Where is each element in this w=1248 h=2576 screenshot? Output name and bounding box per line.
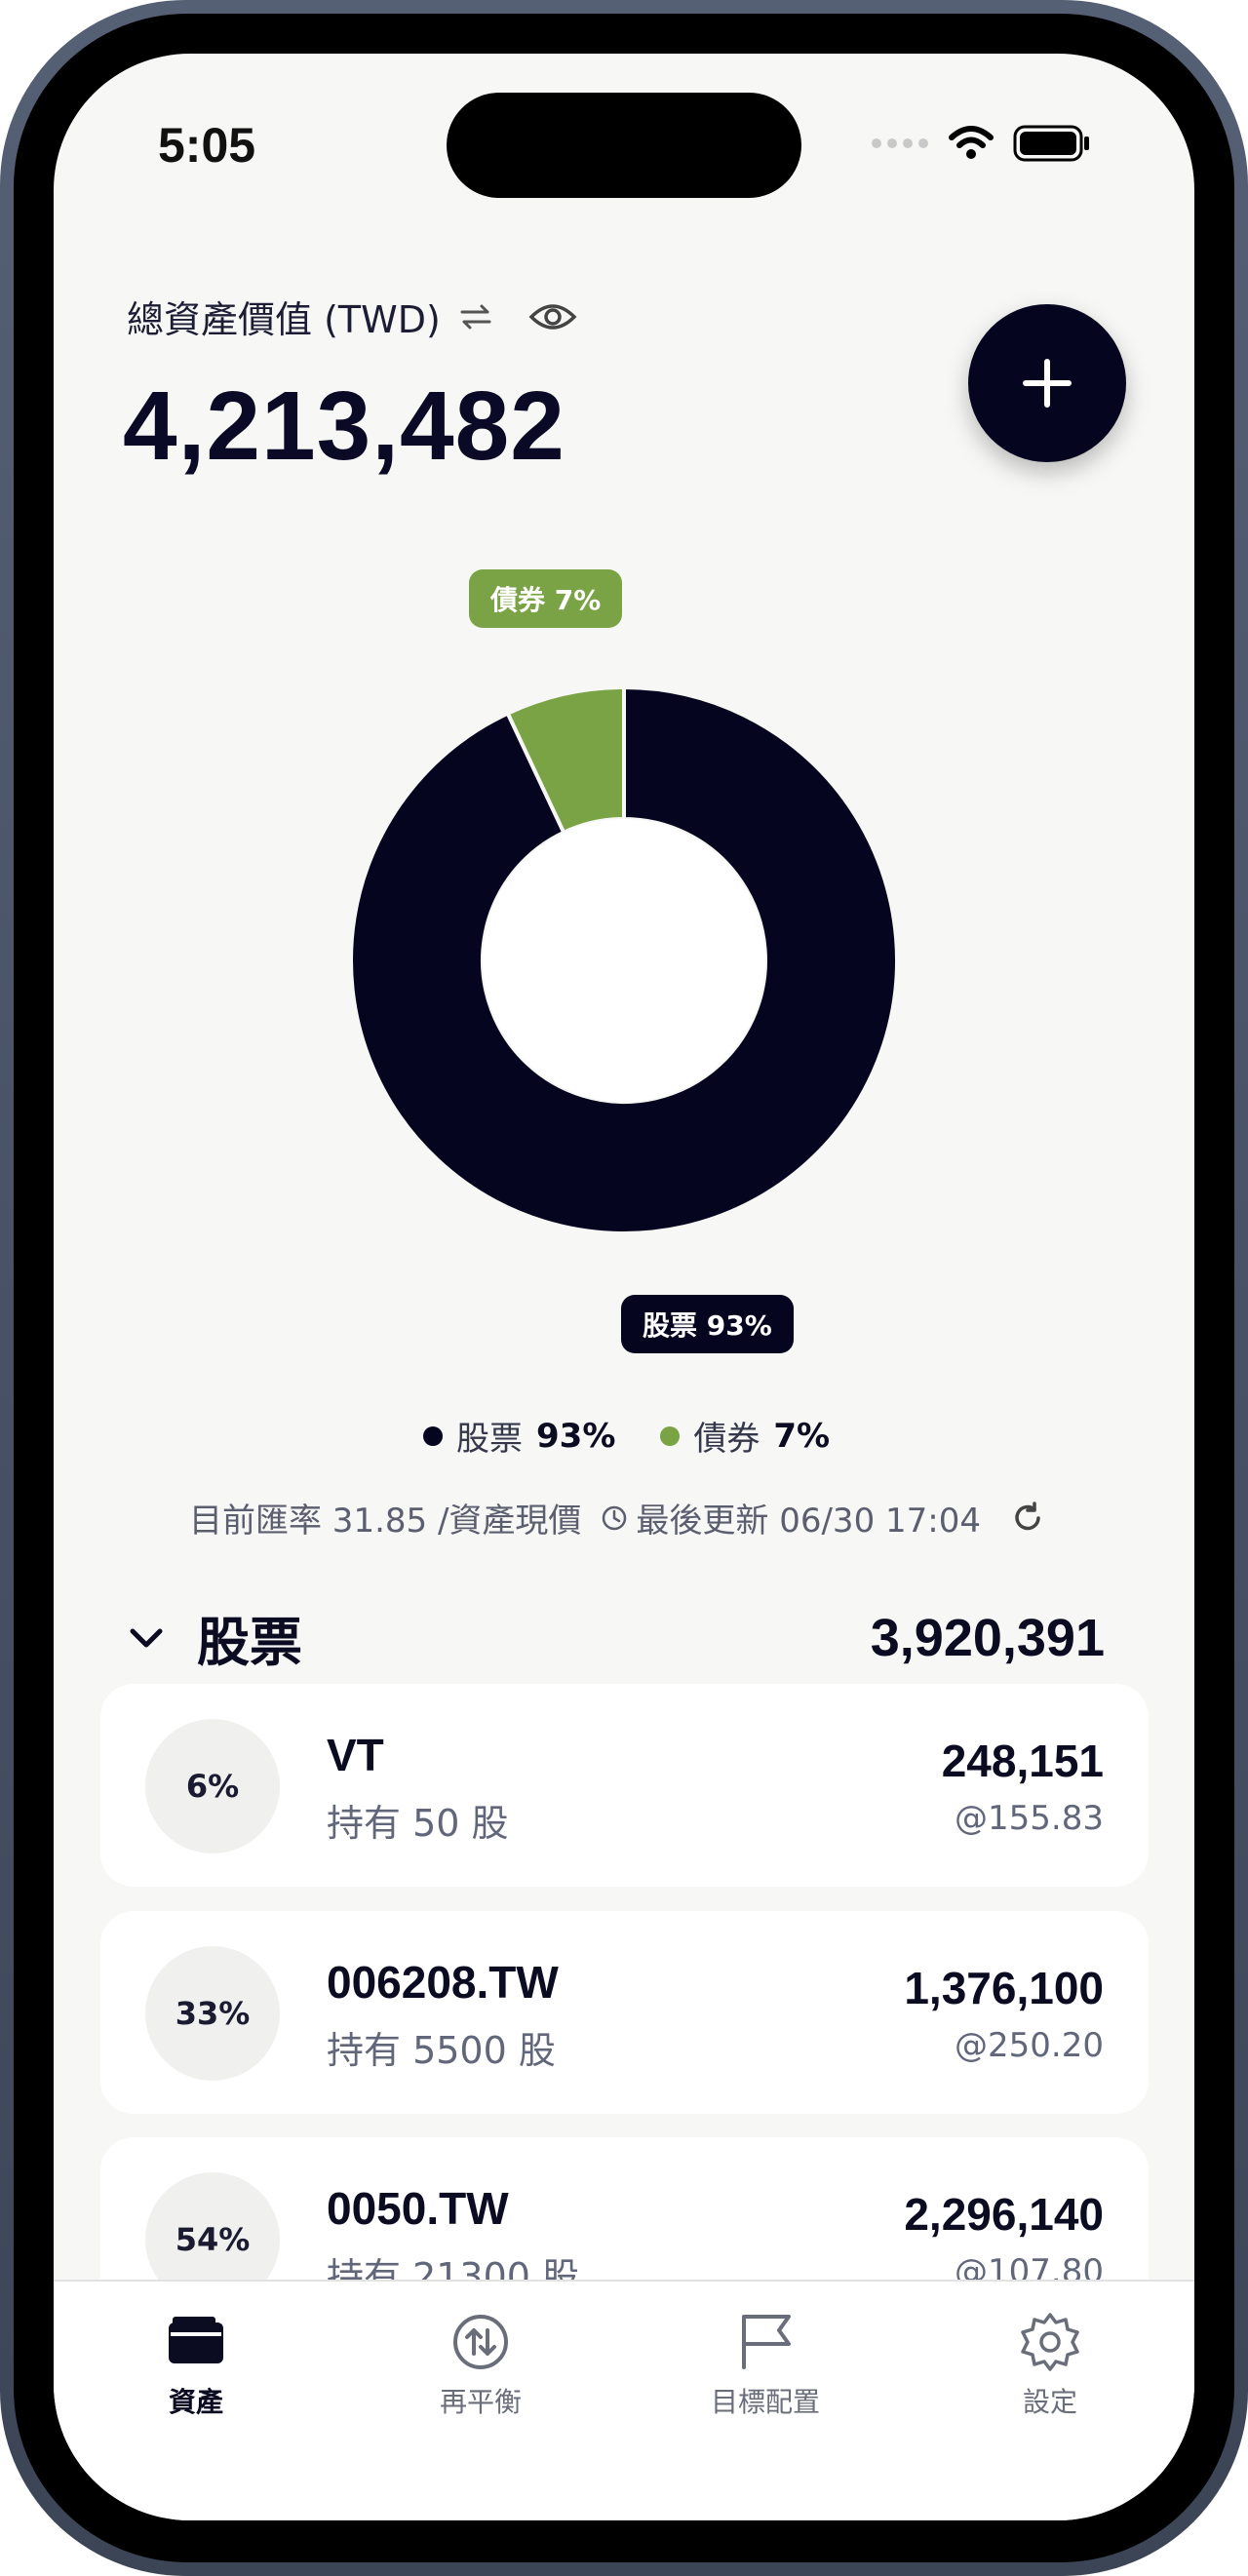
total-assets-value: 4,213,482 [123, 371, 566, 481]
tab-target-allocation[interactable]: 目標配置 [648, 2282, 882, 2420]
dynamic-island [447, 93, 801, 198]
add-asset-button[interactable] [968, 304, 1126, 462]
legend-item-stock: 股票 93% [423, 1412, 615, 1460]
signal-icon [872, 138, 928, 148]
holding-value: 248,151 [941, 1736, 1104, 1786]
chevron-down-icon[interactable] [127, 1619, 166, 1658]
tab-label: 目標配置 [710, 2386, 820, 2418]
refresh-icon[interactable] [1010, 1501, 1045, 1536]
holding-price: @250.20 [955, 2026, 1104, 2065]
donut-hole [483, 819, 765, 1102]
last-updated: 最後更新 06/30 17:04 [601, 1494, 981, 1542]
tab-rebalance[interactable]: 再平衡 [364, 2282, 598, 2420]
status-icons [871, 125, 1091, 162]
tab-label: 資產 [168, 2386, 223, 2418]
exchange-rate-text: 目前匯率 31.85 /資產現價 [189, 1502, 582, 1541]
legend-name: 股票 [456, 1420, 523, 1459]
plus-icon [1023, 359, 1072, 408]
wifi-icon [949, 126, 994, 159]
holding-value: 2,296,140 [904, 2189, 1104, 2240]
bond-chart-label: 債券 7% [469, 569, 623, 628]
holding-card[interactable]: 6% VT 持有 50 股 248,151 @155.83 [100, 1684, 1149, 1887]
holding-symbol: VT [327, 1730, 384, 1780]
holding-symbol: 006208.TW [327, 1957, 559, 2008]
section-total: 3,920,391 [870, 1608, 1105, 1667]
currency-swap-icon[interactable] [456, 302, 495, 332]
section-title: 股票 [197, 1612, 302, 1673]
battery-icon [1013, 125, 1089, 162]
last-updated-text: 最後更新 06/30 17:04 [636, 1502, 981, 1541]
tab-settings[interactable]: 設定 [933, 2282, 1167, 2420]
gear-icon [1021, 2313, 1079, 2371]
clock-icon [603, 1505, 627, 1530]
tab-label: 再平衡 [439, 2386, 522, 2418]
legend-name: 債券 [693, 1420, 760, 1459]
rate-update-line: 目前匯率 31.85 /資產現價 最後更新 06/30 17:04 [189, 1494, 1045, 1542]
holding-shares: 持有 50 股 [327, 1802, 509, 1845]
wallet-icon [169, 2317, 223, 2363]
holding-price: @155.83 [955, 1799, 1104, 1838]
bottom-tab-bar: 資產 再平衡 目標配置 設定 [54, 2280, 1194, 2520]
legend-value: 7% [773, 1416, 831, 1456]
total-assets-label-row: 總資產價值 (TWD) [127, 290, 577, 343]
legend-dot [423, 1425, 443, 1446]
holding-shares: 持有 5500 股 [327, 2029, 556, 2072]
holding-value: 1,376,100 [904, 1963, 1104, 2013]
legend-dot [660, 1425, 681, 1446]
tab-label: 設定 [1022, 2386, 1077, 2418]
holding-percent: 33% [145, 1946, 280, 2081]
legend-value: 93% [536, 1416, 616, 1456]
tab-assets[interactable]: 資產 [79, 2282, 313, 2420]
flag-icon [742, 2315, 791, 2369]
allocation-donut-chart [349, 684, 899, 1235]
eye-icon[interactable] [528, 300, 577, 333]
chart-legend: 股票 93% 債券 7% [423, 1412, 830, 1460]
holding-percent: 6% [145, 1719, 280, 1854]
holding-symbol: 0050.TW [327, 2183, 509, 2234]
rebalance-icon [453, 2315, 508, 2369]
legend-item-bond: 債券 7% [660, 1412, 830, 1460]
total-assets-label: 總資產價值 (TWD) [127, 298, 441, 341]
stock-section-header[interactable]: 股票 3,920,391 [127, 1599, 1105, 1676]
holding-card[interactable]: 33% 006208.TW 持有 5500 股 1,376,100 @250.2… [100, 1911, 1149, 2114]
stock-chart-label: 股票 93% [621, 1295, 794, 1353]
app-screen: 5:05 總資產價值 (TWD) 4,213,482 債券 7% 股票 93% … [54, 54, 1194, 2520]
status-time: 5:05 [158, 118, 256, 173]
